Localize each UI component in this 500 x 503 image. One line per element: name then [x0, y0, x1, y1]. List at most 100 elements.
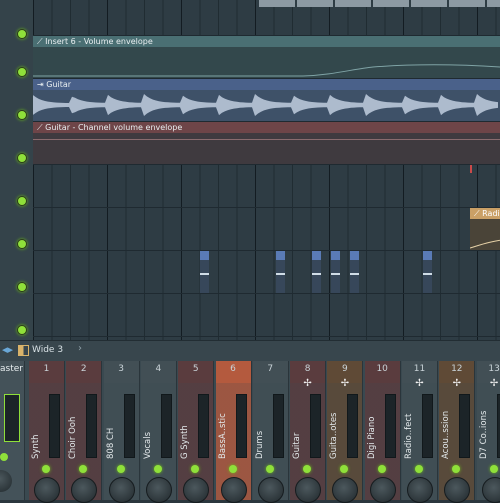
radio-envelope-curve [470, 239, 500, 249]
channel-meter[interactable] [198, 394, 210, 458]
master-knob[interactable] [0, 470, 12, 492]
mini-audio-clip[interactable] [350, 251, 359, 293]
mixer-channel-strip[interactable]: 7 Drums [252, 361, 289, 503]
channel-pan-knob[interactable] [145, 477, 172, 503]
envelope-icon: ⟋ [37, 123, 43, 132]
channel-pan-knob[interactable] [108, 477, 135, 503]
route-arrows-icon[interactable]: ✢ [290, 378, 325, 389]
channel-meter[interactable] [496, 394, 500, 458]
channel-number: 11 [413, 364, 426, 374]
mixer-channel-strip[interactable]: 4 Vocals [140, 361, 177, 503]
chevron-right-icon[interactable]: › [78, 343, 82, 354]
drum-clip[interactable] [411, 0, 447, 7]
mixer-channel-strip[interactable]: 10 Digi Piano [364, 361, 401, 503]
track-mute-led[interactable] [17, 325, 27, 335]
mixer-channel-strip[interactable]: 3 808 CH [103, 361, 140, 503]
channel-enable-led[interactable] [153, 465, 162, 473]
channel-pan-knob[interactable] [481, 477, 500, 503]
channel-enable-led[interactable] [42, 465, 50, 473]
channel-pan-knob[interactable] [34, 477, 60, 503]
insert6-envelope-clip[interactable]: ⟋ Insert 6 - Volume envelope [33, 36, 500, 78]
mixer-channel-strip[interactable]: 8 ✢ Guitar [290, 361, 327, 503]
mini-audio-clip[interactable] [200, 251, 209, 293]
channel-meter[interactable] [160, 394, 172, 458]
channel-enable-led[interactable] [116, 465, 125, 473]
channel-pan-knob[interactable] [71, 477, 98, 503]
mini-audio-clip[interactable] [423, 251, 432, 293]
channel-enable-led[interactable] [228, 465, 237, 473]
mixer-channel-strip[interactable]: 12 ✢ Acou..ssion [439, 361, 476, 503]
channel-meter[interactable] [49, 394, 60, 458]
channel-name: Drums [254, 430, 265, 459]
channel-pan-knob[interactable] [407, 477, 433, 503]
mixer-channel-strip[interactable]: 2 Choir Ooh [66, 361, 103, 503]
track-mute-led[interactable] [17, 29, 27, 39]
arrow-left-right-icon[interactable]: ◂▸ [2, 343, 13, 356]
route-arrows-icon[interactable]: ✢ [439, 378, 474, 389]
channel-enable-led[interactable] [79, 465, 88, 473]
radio-clip[interactable]: ⟋ Radi [470, 208, 500, 250]
drum-clip[interactable] [335, 0, 371, 7]
channel-name: Synth [31, 434, 41, 459]
mixer-channel-strip[interactable]: 1 Synth [29, 361, 65, 503]
master-led[interactable] [0, 453, 8, 461]
drum-clip[interactable] [297, 0, 333, 7]
mixer-channel-strip[interactable]: 6 BassA..stic [215, 361, 252, 503]
mixer-channel-strip[interactable]: 13 ✢ D7 Co..ions [476, 361, 500, 503]
layout-icon[interactable] [18, 345, 29, 356]
mixer-channel-strip[interactable]: 9 ✢ Guita..otes [327, 361, 364, 503]
guitar-volume-envelope-clip[interactable]: ⟋ Guitar - Channel volume envelope [33, 122, 500, 173]
channel-meter[interactable] [422, 394, 433, 458]
guitar-waveform [33, 94, 498, 116]
channel-meter[interactable] [347, 394, 359, 458]
channel-enable-led[interactable] [489, 465, 498, 473]
channel-enable-led[interactable] [303, 465, 312, 473]
channel-meter[interactable] [272, 394, 284, 458]
drum-clip[interactable] [487, 0, 500, 7]
channel-pan-knob[interactable] [444, 477, 471, 503]
drum-clip[interactable] [373, 0, 409, 7]
channel-pan-knob[interactable] [369, 477, 396, 503]
channel-meter[interactable] [235, 394, 247, 458]
channel-meter[interactable] [310, 394, 322, 458]
mini-audio-clip[interactable] [312, 251, 321, 293]
master-strip[interactable]: aster [0, 361, 25, 500]
channel-pan-knob[interactable] [332, 477, 359, 503]
channel-meter[interactable] [86, 394, 98, 458]
channel-name: Guitar [292, 432, 303, 459]
mixer-preset-label[interactable]: Wide 3 [32, 345, 63, 355]
playlist-area[interactable]: ⟋ Insert 6 - Volume envelope ⇥ Guitar ⟋ … [33, 0, 500, 340]
channel-meter[interactable] [123, 394, 135, 458]
track-mute-led[interactable] [17, 110, 27, 120]
channel-enable-led[interactable] [452, 465, 461, 473]
guitar-audio-clip[interactable]: ⇥ Guitar [33, 79, 500, 121]
mini-audio-clip[interactable] [331, 251, 340, 293]
channel-number: 12 [451, 364, 463, 374]
channel-pan-knob[interactable] [220, 477, 247, 503]
route-arrows-icon[interactable]: ✢ [327, 378, 362, 389]
channel-enable-led[interactable] [377, 465, 386, 473]
channel-enable-led[interactable] [265, 465, 274, 473]
channel-enable-led[interactable] [340, 465, 349, 473]
channel-pan-knob[interactable] [183, 477, 210, 503]
drum-clip[interactable] [259, 0, 295, 7]
track-mute-led[interactable] [17, 282, 27, 292]
mixer-channel-strip[interactable]: 11 ✢ Radio..fect [402, 361, 438, 503]
mini-audio-clip[interactable] [276, 251, 285, 293]
channel-pan-knob[interactable] [295, 477, 322, 503]
channel-meter[interactable] [459, 394, 471, 458]
channel-meter[interactable] [384, 394, 396, 458]
route-arrows-icon[interactable]: ✢ [477, 378, 500, 389]
track-mute-led[interactable] [17, 67, 27, 77]
track-mute-led[interactable] [17, 239, 27, 249]
channel-enable-led[interactable] [415, 465, 423, 473]
master-label: aster [0, 364, 23, 374]
route-arrows-icon[interactable]: ✢ [402, 378, 437, 389]
channel-pan-knob[interactable] [257, 477, 284, 503]
mixer-channel-strip[interactable]: 5 G Synth [178, 361, 215, 503]
drum-clip[interactable] [449, 0, 485, 7]
track-mute-led[interactable] [17, 196, 27, 206]
track-mute-led[interactable] [17, 153, 27, 163]
channel-number: 10 [376, 364, 388, 374]
channel-enable-led[interactable] [191, 465, 200, 473]
